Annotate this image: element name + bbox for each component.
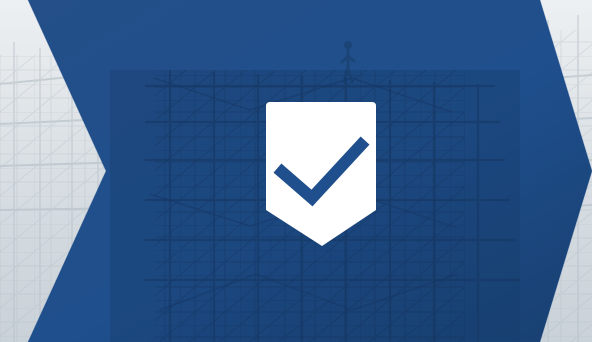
scaffolding-photo-illustration	[0, 0, 592, 342]
hero-image	[0, 0, 592, 342]
